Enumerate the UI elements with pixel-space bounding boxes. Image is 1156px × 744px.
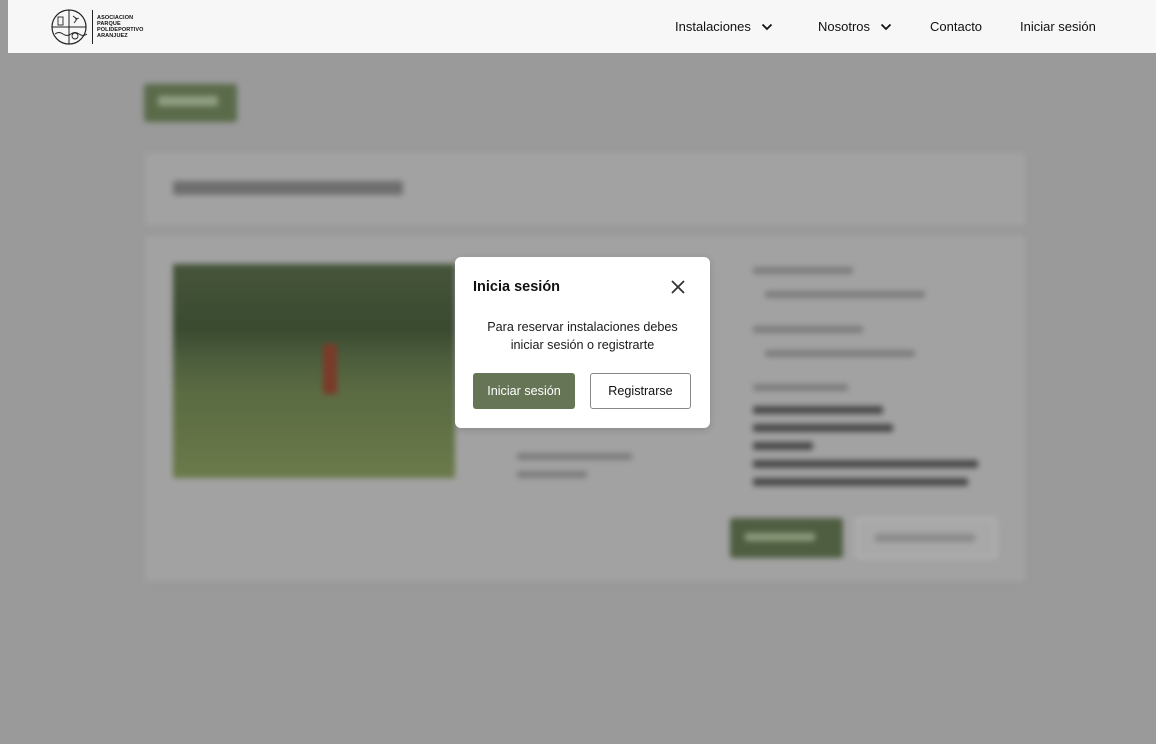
brand-name: ASOCIACION PARQUE POLIDEPORTIVO ARANJUEZ <box>97 15 144 39</box>
login-button[interactable]: Iniciar sesión <box>473 373 575 409</box>
nav-contacto-label: Contacto <box>930 19 983 34</box>
chevron-down-icon <box>761 23 773 30</box>
modal-message-line: iniciar sesión o registrarte <box>510 338 655 352</box>
nav-instalaciones-label: Instalaciones <box>675 19 751 34</box>
pay-online-button <box>730 518 843 558</box>
chevron-down-icon <box>880 23 892 30</box>
summary-header-card <box>145 153 1025 225</box>
register-button[interactable]: Registrarse <box>590 373 691 409</box>
park-logo-icon <box>51 9 88 45</box>
modal-title: Inicia sesión <box>473 279 561 295</box>
brand-logo[interactable]: ASOCIACION PARQUE POLIDEPORTIVO ARANJUEZ <box>50 8 144 46</box>
nav-contacto[interactable]: Contacto <box>930 19 982 34</box>
close-icon[interactable] <box>669 278 687 296</box>
modal-message: Para reservar instalaciones debes inicia… <box>465 318 700 354</box>
nav-login-label: Iniciar sesión <box>1020 19 1096 34</box>
brand-line: ARANJUEZ <box>97 33 128 39</box>
nav-instalaciones[interactable]: Instalaciones <box>675 19 773 34</box>
nav-login[interactable]: Iniciar sesión <box>1020 19 1096 34</box>
modal-message-line: Para reservar instalaciones debes <box>487 320 678 334</box>
top-navbar: ASOCIACION PARQUE POLIDEPORTIVO ARANJUEZ… <box>8 0 1156 53</box>
nav-nosotros-label: Nosotros <box>818 19 871 34</box>
pay-on-site-button <box>856 518 996 558</box>
nav-nosotros[interactable]: Nosotros <box>818 19 892 34</box>
facility-photo <box>173 264 455 478</box>
back-button <box>144 84 237 122</box>
logo-divider <box>92 10 93 44</box>
login-required-modal: Inicia sesión Para reservar instalacione… <box>455 257 710 428</box>
